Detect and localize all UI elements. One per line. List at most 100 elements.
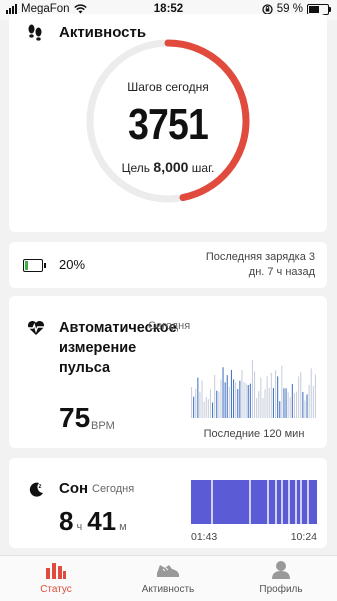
tab-status-label: Статус xyxy=(40,584,72,595)
heart-rate-bar xyxy=(285,388,287,418)
heart-rate-bar xyxy=(220,379,222,418)
sleep-awake-stripe xyxy=(288,480,290,524)
heart-rate-bar xyxy=(203,401,205,418)
heart-rate-chart xyxy=(191,360,316,418)
heart-rate-bar xyxy=(214,374,216,418)
sleep-awake-stripe xyxy=(300,480,302,524)
heart-rate-bar xyxy=(239,380,241,418)
footprints-icon xyxy=(28,24,42,41)
person-icon xyxy=(272,561,290,579)
heart-rate-bar xyxy=(251,360,253,418)
heart-rate-bar xyxy=(262,398,264,418)
heart-rate-bar xyxy=(254,371,256,418)
heart-rate-bar xyxy=(291,383,293,418)
heart-rate-bar xyxy=(228,386,230,418)
heart-rate-bar xyxy=(283,388,285,418)
heart-rate-bar xyxy=(300,372,302,418)
steps-count: 3751 xyxy=(128,100,209,149)
sleep-awake-stripe xyxy=(307,480,309,524)
heartbeat-icon xyxy=(27,320,45,335)
heart-rate-bar xyxy=(191,387,193,418)
heart-rate-bar xyxy=(247,385,249,418)
tab-activity-label: Активность xyxy=(141,584,195,595)
sleep-awake-stripe xyxy=(267,480,269,524)
heart-rate-bar xyxy=(224,382,226,418)
heart-rate-bar xyxy=(258,391,260,418)
heart-rate-bar xyxy=(197,377,199,418)
bar-chart-icon xyxy=(46,563,66,579)
sleep-start-time: 01:43 xyxy=(191,531,218,543)
orientation-lock-icon xyxy=(262,3,273,15)
heart-rate-bar xyxy=(245,383,247,418)
heart-rate-caption: Последние 120 мин xyxy=(203,428,305,440)
heart-rate-bar xyxy=(243,382,245,418)
tab-profile-label: Профиль xyxy=(259,584,303,595)
heart-rate-bar xyxy=(209,389,211,418)
heart-rate-bar xyxy=(241,370,243,418)
heart-rate-bar xyxy=(306,394,308,418)
heart-rate-bar xyxy=(281,365,283,418)
last-charge-text: Последняя зарядка 3 дн. 7 ч назад xyxy=(205,251,315,278)
heart-rate-bar xyxy=(272,388,274,418)
sleep-awake-stripe xyxy=(281,480,283,524)
heart-rate-bar xyxy=(266,376,268,418)
heart-rate-bar xyxy=(193,396,195,418)
svg-text:z: z xyxy=(39,484,42,490)
heart-rate-bar xyxy=(207,399,209,418)
heart-rate-bar xyxy=(312,386,314,418)
sleep-date: Сегодня xyxy=(92,483,135,495)
heart-rate-date: Сегодня xyxy=(148,320,191,332)
heart-rate-bar xyxy=(296,391,298,418)
device-battery-percent: 20% xyxy=(59,257,86,272)
sleep-duration: 8 ч 41 м xyxy=(59,506,127,536)
heart-rate-bar xyxy=(205,396,207,418)
heart-rate-bar xyxy=(249,383,251,418)
sleep-chart xyxy=(191,480,317,524)
heart-rate-bar xyxy=(293,393,295,418)
heart-rate-bar xyxy=(287,392,289,418)
heart-rate-bar xyxy=(230,369,232,418)
sleep-title: Сон xyxy=(59,480,89,497)
heart-rate-bar xyxy=(260,377,262,418)
heart-rate-bar xyxy=(298,376,300,418)
heart-rate-bar xyxy=(314,374,316,418)
heart-rate-bar xyxy=(304,400,306,418)
heart-rate-bar xyxy=(308,384,310,418)
heart-rate-bar xyxy=(289,397,291,418)
shoe-icon xyxy=(157,565,179,577)
battery-icon xyxy=(307,3,331,15)
heart-rate-bar xyxy=(277,376,279,418)
device-battery-card[interactable]: 20% Последняя зарядка 3 дн. 7 ч назад xyxy=(9,242,327,288)
activity-card[interactable]: Активность Шагов сегодня 3751 Цель 8,000… xyxy=(9,14,327,232)
heart-rate-bar xyxy=(216,390,218,418)
heart-rate-bar xyxy=(268,387,270,418)
tab-profile[interactable]: Профиль xyxy=(225,560,337,595)
heart-rate-bar xyxy=(222,367,224,418)
heart-rate-bar xyxy=(235,382,237,418)
heart-rate-bar xyxy=(302,391,304,418)
heart-rate-bar xyxy=(256,398,258,418)
heart-rate-card[interactable]: Автоматическое измерение пульса Сегодня … xyxy=(9,296,327,448)
heart-rate-bar xyxy=(237,389,239,418)
heart-rate-value: 75 xyxy=(59,402,91,433)
heart-rate-bar xyxy=(270,372,272,418)
heart-rate-title: Автоматическое измерение пульса xyxy=(59,320,177,376)
sleep-awake-stripe xyxy=(249,480,251,524)
sleep-awake-stripe xyxy=(211,480,213,524)
heart-rate-bar xyxy=(279,401,281,418)
tab-activity[interactable]: Активность xyxy=(112,560,224,595)
heart-rate-bar xyxy=(310,368,312,418)
heart-rate-bar xyxy=(218,391,220,418)
steps-goal: Цель 8,000 шаг. xyxy=(121,159,215,175)
battery-low-icon xyxy=(23,259,46,272)
heart-rate-bar xyxy=(226,375,228,418)
heart-rate-bar xyxy=(233,379,235,418)
heart-rate-bar xyxy=(275,370,277,418)
heart-rate-bar xyxy=(199,391,201,418)
tab-status[interactable]: Статус xyxy=(0,560,112,595)
sleep-awake-stripe xyxy=(295,480,297,524)
sleep-awake-stripe xyxy=(275,480,277,524)
moon-icon: z xyxy=(29,482,43,497)
sleep-card[interactable]: z Сон Сегодня 8 ч 41 м 01:43 10:24 xyxy=(9,458,327,548)
heart-rate-bar xyxy=(195,388,197,418)
